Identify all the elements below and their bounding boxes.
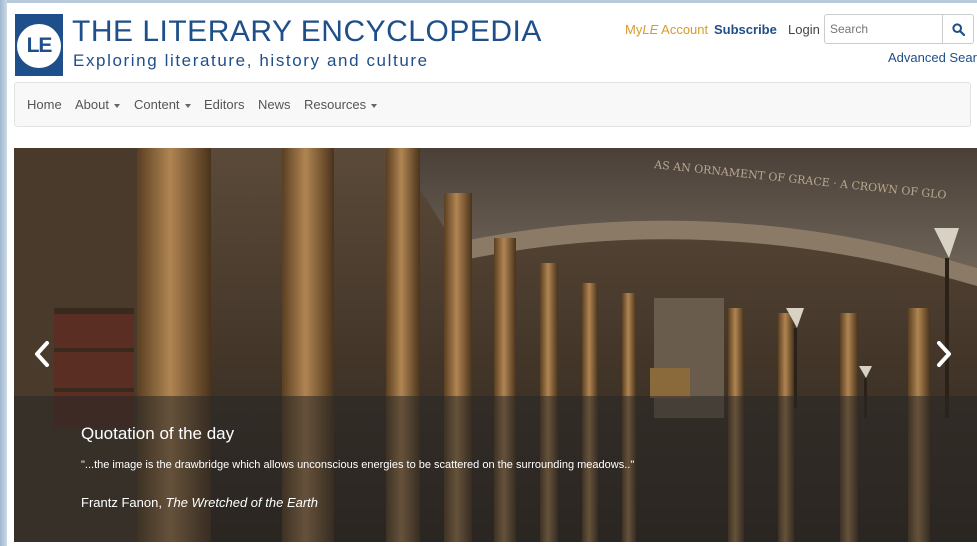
window-frame-left [0, 0, 7, 546]
nav-resources[interactable]: Resources [304, 83, 378, 126]
caret-down-icon [184, 103, 191, 108]
quotation-work: The Wretched of the Earth [165, 495, 319, 510]
quotation-text: "...the image is the drawbridge which al… [81, 459, 635, 471]
nav-content[interactable]: Content [134, 83, 191, 126]
nav-about[interactable]: About [75, 83, 120, 126]
carousel-prev-button[interactable] [30, 338, 54, 370]
main-navbar: Home About Content Editors News Resource… [14, 82, 971, 127]
quotation-attribution[interactable]: Frantz Fanon, The Wretched of the Earth [81, 495, 318, 510]
carousel-next-button[interactable] [932, 338, 956, 370]
nav-label: Resources [304, 97, 367, 112]
chevron-left-icon [35, 341, 49, 367]
search-input[interactable] [825, 15, 943, 43]
search-button[interactable] [942, 15, 973, 43]
login-link[interactable]: Login [788, 22, 820, 37]
nav-label: Content [134, 97, 180, 112]
nav-home[interactable]: Home [27, 83, 62, 126]
nav-label: News [258, 97, 291, 112]
nav-label: About [75, 97, 109, 112]
myle-suffix: Account [658, 22, 709, 37]
chevron-right-icon [937, 341, 951, 367]
myle-prefix: My [625, 22, 643, 37]
hero-carousel: AS AN ORNAMENT OF GRACE · A CROWN OF GLO [14, 148, 977, 542]
search-form [824, 14, 974, 44]
window-frame-top [0, 0, 977, 3]
site-tagline: Exploring literature, history and cultur… [73, 51, 429, 70]
caret-down-icon [371, 103, 378, 108]
site-logo[interactable]: LE [15, 14, 63, 76]
site-title[interactable]: THE LITERARY ENCYCLOPEDIA [72, 16, 542, 48]
search-icon [951, 22, 965, 36]
quotation-author: Frantz Fanon, [81, 495, 166, 510]
myle-account-link[interactable]: MyLE Account [625, 22, 708, 37]
quotation-heading: Quotation of the day [81, 424, 235, 443]
myle-italic: LE [642, 22, 659, 37]
nav-label: Home [27, 97, 62, 112]
logo-mark: LE [17, 24, 61, 68]
subscribe-link[interactable]: Subscribe [714, 22, 777, 37]
nav-news[interactable]: News [258, 83, 291, 126]
advanced-search-link[interactable]: Advanced Search [888, 50, 977, 65]
nav-editors[interactable]: Editors [204, 83, 244, 126]
caret-down-icon [113, 103, 120, 108]
nav-label: Editors [204, 97, 245, 112]
